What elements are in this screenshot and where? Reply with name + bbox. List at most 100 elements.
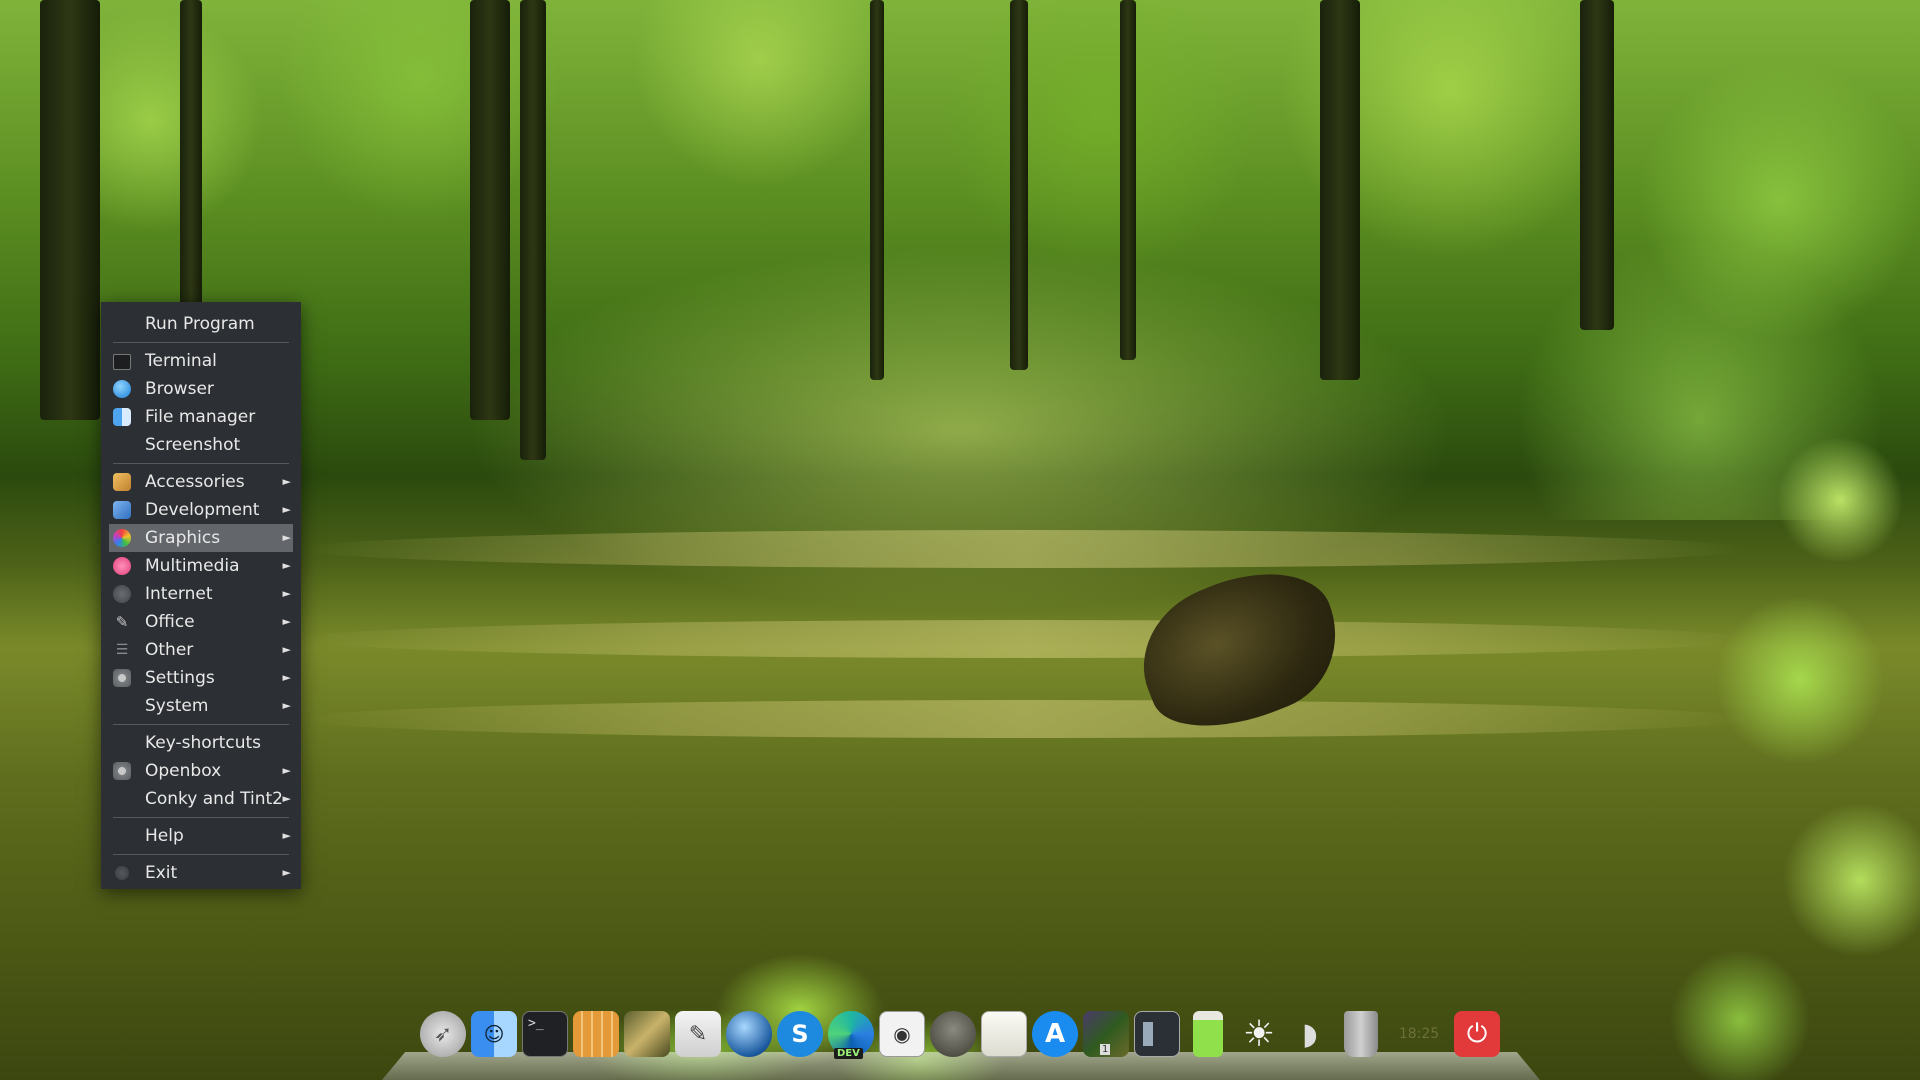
water-reflection [300,620,1750,658]
menu-item-terminal[interactable]: Terminal [101,347,301,375]
file-manager-icon [113,408,131,426]
accessories-icon [113,473,131,491]
menu-item-screenshot[interactable]: Screenshot [101,431,301,459]
gimp-icon[interactable] [930,1011,976,1057]
app-store-a-glyph: A [1044,1019,1066,1049]
menu-item-label: Help [145,826,184,846]
window-pane-glyph [1143,1022,1153,1046]
menu-item-label: Run Program [145,314,255,334]
menu-item-accessories[interactable]: Accessories ► [101,468,301,496]
openbox-gear-icon [113,762,131,780]
trash-icon[interactable] [1344,1011,1378,1057]
submenu-arrow-icon: ► [282,764,291,777]
workspace-switcher-icon[interactable]: 1 [1083,1011,1129,1057]
menu-item-openbox[interactable]: Openbox ► [101,757,301,785]
menu-item-label: Settings [145,668,215,688]
power-icon[interactable]: ⏻ [1454,1011,1500,1057]
other-list-icon: ☰ [115,642,129,658]
battery-icon[interactable] [1193,1011,1223,1057]
menu-item-other[interactable]: ☰ Other ► [101,636,301,664]
tree-trunk [520,0,546,460]
menu-item-label: Development [145,500,260,520]
development-icon [113,501,131,519]
finder-face-glyph: ☺ [483,1022,505,1046]
menu-item-graphics[interactable]: Graphics ► [109,524,293,552]
menu-item-label: Multimedia [145,556,240,576]
menu-item-office[interactable]: ✎ Office ► [101,608,301,636]
menu-item-key-shortcuts[interactable]: Key-shortcuts [101,729,301,757]
menu-separator [113,724,289,725]
browser-icon [113,380,131,398]
edge-dev-icon[interactable]: DEV [828,1011,874,1059]
submenu-arrow-icon: ► [282,643,291,656]
menu-item-label: Conky and Tint2 [145,789,283,809]
menu-item-browser[interactable]: Browser [101,375,301,403]
menu-item-file-manager[interactable]: File manager [101,403,301,431]
office-paperclip-icon: ✎ [115,613,129,631]
terminal-icon[interactable]: >_ [522,1011,568,1057]
menu-item-label: Screenshot [145,435,241,455]
menu-item-label: Graphics [145,528,221,548]
clock[interactable]: 18:25 [1389,1026,1449,1042]
menu-item-label: Internet [145,584,213,604]
archive-icon[interactable] [624,1011,670,1057]
edge-dev-badge: DEV [834,1048,863,1059]
menu-item-run-program[interactable]: Run Program [101,310,301,338]
submenu-arrow-icon: ► [282,475,291,488]
calculator-icon[interactable] [573,1011,619,1057]
workspace-number: 1 [1100,1044,1111,1055]
menu-item-settings[interactable]: Settings ► [101,664,301,692]
menu-item-system[interactable]: System ► [101,692,301,720]
terminal-icon [113,354,131,370]
multimedia-icon [113,557,131,575]
menu-item-label: System [145,696,209,716]
menu-item-help[interactable]: Help ► [101,822,301,850]
app-store-icon[interactable]: A [1032,1011,1078,1057]
exit-icon [115,866,129,880]
menu-separator [113,342,289,343]
submenu-arrow-icon: ► [282,531,291,544]
sun-glyph: ☀ [1242,1013,1276,1055]
menu-item-development[interactable]: Development ► [101,496,301,524]
graphics-icon [113,529,131,547]
menu-item-label: Openbox [145,761,222,781]
tree-trunk [1320,0,1360,380]
volume-icon[interactable]: ◗ [1287,1011,1333,1057]
menu-item-internet[interactable]: Internet ► [101,580,301,608]
screenshot-icon[interactable]: ◉ [879,1011,925,1057]
launchpad-icon[interactable]: ➶ [420,1011,466,1057]
menu-separator [113,817,289,818]
settings-gear-icon [113,669,131,687]
submenu-arrow-icon: ► [282,559,291,572]
text-editor-icon[interactable]: ✎ [675,1011,721,1057]
rocket-glyph: ➶ [433,1021,453,1047]
openbox-root-menu: Run Program Terminal Browser File manage… [101,302,301,889]
window-icon[interactable] [1134,1011,1180,1057]
water-reflection [300,700,1750,738]
menu-separator [113,463,289,464]
menu-item-label: Office [145,612,195,632]
submenu-arrow-icon: ► [282,829,291,842]
menu-item-label: Exit [145,863,178,883]
submenu-arrow-icon: ► [282,866,291,879]
submenu-arrow-icon: ► [282,671,291,684]
skype-s-glyph: S [791,1020,809,1048]
finder-icon[interactable]: ☺ [471,1011,517,1057]
skype-icon[interactable]: S [777,1011,823,1057]
brightness-icon[interactable]: ☀ [1236,1011,1282,1057]
tree-trunk [470,0,510,420]
tree-trunk [40,0,100,420]
menu-item-label: File manager [145,407,256,427]
menu-item-multimedia[interactable]: Multimedia ► [101,552,301,580]
power-glyph: ⏻ [1466,1018,1488,1049]
camera-glyph: ◉ [893,1022,911,1046]
notes-icon[interactable] [981,1011,1027,1057]
tree-trunk [1010,0,1028,370]
menu-item-exit[interactable]: Exit ► [101,859,301,887]
dock: ➶ ☺ >_ ✎ S DEV ◉ A 1 ☀ ◗ 18:25 ⏻ [420,1010,1500,1059]
web-browser-icon[interactable] [726,1011,772,1057]
speaker-glyph: ◗ [1302,1016,1318,1052]
submenu-arrow-icon: ► [282,792,291,805]
menu-item-label: Other [145,640,194,660]
menu-item-conky-tint2[interactable]: Conky and Tint2 ► [101,785,301,813]
